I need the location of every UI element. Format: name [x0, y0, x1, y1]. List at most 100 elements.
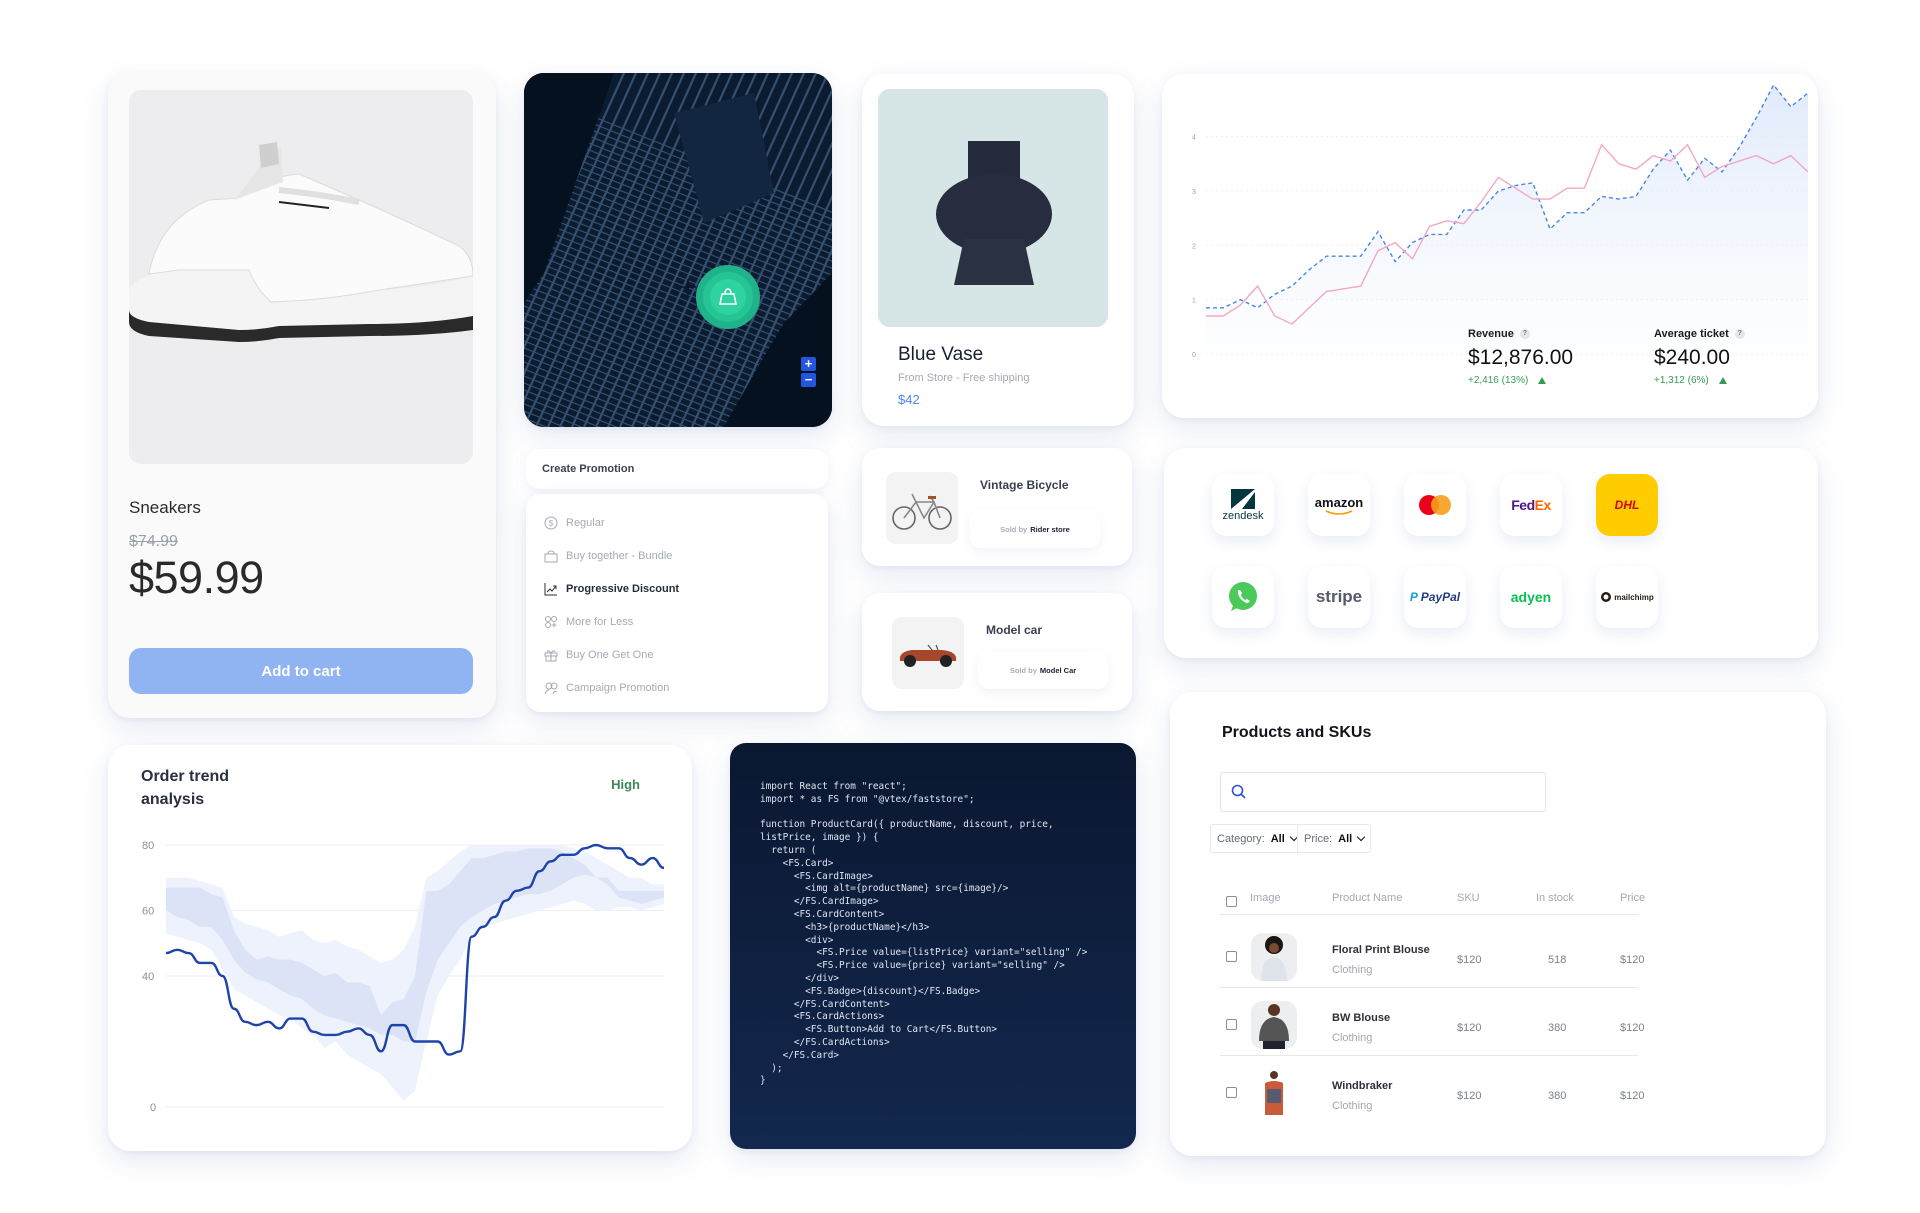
filter-value: All	[1338, 832, 1353, 845]
filter-label: Price:	[1304, 832, 1333, 845]
add-to-cart-button[interactable]: Add to cart	[129, 648, 473, 694]
trending-chart-icon	[544, 583, 557, 596]
store-map[interactable]: + −	[524, 73, 832, 427]
search-field[interactable]	[1220, 772, 1546, 812]
order-trend-card: Order trend analysis High 0 40 60 80	[108, 745, 692, 1151]
column-header-in-stock[interactable]: In stock	[1536, 892, 1574, 904]
stock-value: 380	[1548, 1022, 1567, 1034]
vase-image	[878, 89, 1108, 327]
integration-stripe[interactable]: stripe	[1308, 566, 1370, 628]
integration-amazon[interactable]: amazon	[1308, 474, 1370, 536]
price-value: $120	[1620, 1090, 1645, 1102]
integration-mastercard[interactable]	[1404, 474, 1466, 536]
logo-text: DHL	[1614, 498, 1640, 512]
row-checkbox[interactable]	[1226, 1019, 1237, 1030]
y-tick-label: 60	[142, 906, 154, 918]
shopping-bag-icon	[544, 550, 558, 563]
price-filter[interactable]: Price: All	[1297, 824, 1372, 853]
list-price: $74.99	[129, 533, 178, 550]
help-icon[interactable]: ?	[1519, 329, 1530, 339]
filter-value: All	[1270, 832, 1285, 845]
sold-by-label: Sold by	[1000, 524, 1028, 534]
mailchimp-logo-icon	[1601, 592, 1612, 602]
promotion-type-list: $ Regular Buy together - Bundle Progress…	[526, 494, 828, 712]
product-thumbnail	[1251, 1069, 1297, 1117]
mastercard-logo-icon	[1419, 495, 1451, 515]
model-car-image	[892, 617, 964, 689]
logo-text: FedEx	[1511, 497, 1551, 513]
search-input[interactable]	[1257, 781, 1537, 803]
marketplace-item[interactable]: Vintage Bicycle Sold by Rider store	[862, 448, 1132, 566]
seller-name[interactable]: Rider store	[1030, 525, 1070, 534]
product-name: BW Blouse	[1332, 1012, 1391, 1024]
create-promotion-header: Create Promotion	[526, 449, 828, 489]
revenue-widget: 0 1 2 3 4 Revenue? $12,876.00 +2,416 (13%) A…	[1162, 74, 1818, 418]
zendesk-logo-icon	[1231, 489, 1255, 509]
series-area	[1206, 85, 1808, 354]
integration-zendesk[interactable]: zendesk	[1212, 474, 1274, 536]
promotion-label: Buy One Get One	[566, 649, 654, 661]
row-checkbox[interactable]	[1226, 1087, 1237, 1098]
product-thumbnail	[1251, 933, 1297, 981]
integration-fedex[interactable]: FedEx	[1500, 474, 1562, 536]
sale-price: $59.99	[129, 552, 264, 603]
promotion-type-progressive-discount[interactable]: Progressive Discount	[544, 582, 679, 596]
marketplace-item[interactable]: Model car Sold by Model Car	[862, 593, 1132, 711]
seller-name[interactable]: Model Car	[1040, 666, 1076, 675]
help-icon[interactable]: ?	[1734, 329, 1745, 339]
promotion-type-regular[interactable]: $ Regular	[544, 516, 605, 530]
sneaker-product-card: Sneakers $74.99 $59.99 Add to cart	[108, 72, 496, 718]
filter-label: Category:	[1217, 832, 1265, 845]
logo-text: amazon	[1314, 494, 1364, 510]
vase-product-card[interactable]: Blue Vase From Store - Free shipping $42	[862, 74, 1134, 426]
product-name: Blue Vase	[898, 344, 984, 365]
zoom-in-button[interactable]: +	[801, 357, 816, 371]
column-header-price[interactable]: Price	[1620, 892, 1645, 904]
integration-adyen[interactable]: adyen	[1500, 566, 1562, 628]
kpi-value: $240.00	[1654, 346, 1730, 369]
promotion-label: Progressive Discount	[566, 583, 680, 595]
integration-mailchimp[interactable]: mailchimp	[1596, 566, 1658, 628]
kpi-delta: +2,416 (13%)	[1468, 375, 1529, 386]
search-icon	[1231, 784, 1246, 799]
product-name: Sneakers	[129, 498, 201, 517]
y-tick-label: 0	[150, 1102, 156, 1114]
select-all-checkbox[interactable]	[1226, 896, 1237, 907]
product-name: Floral Print Blouse	[1332, 944, 1430, 956]
column-header-product-name[interactable]: Product Name	[1332, 892, 1402, 904]
category-filter[interactable]: Category: All	[1210, 824, 1304, 853]
price-value: $120	[1620, 954, 1645, 966]
gift-icon	[544, 650, 558, 662]
column-header-sku[interactable]: SKU	[1457, 892, 1480, 904]
kpi-delta: +1,312 (6%)	[1654, 375, 1709, 386]
integration-paypal[interactable]: P PayPal	[1404, 566, 1466, 628]
svg-text:$: $	[549, 519, 554, 528]
y-tick-label: 4	[1192, 135, 1196, 142]
promotion-type-more-for-less[interactable]: More for Less	[544, 615, 633, 629]
promotion-type-bogo[interactable]: Buy One Get One	[544, 648, 653, 662]
row-checkbox[interactable]	[1226, 951, 1237, 962]
zoom-out-button[interactable]: −	[801, 373, 816, 387]
promotion-type-bundle[interactable]: Buy together - Bundle	[544, 549, 672, 563]
promotion-label: Buy together - Bundle	[566, 550, 673, 562]
stock-value: 518	[1548, 954, 1567, 966]
users-icon	[544, 682, 558, 695]
product-thumbnail	[1251, 1001, 1297, 1049]
promotion-type-campaign[interactable]: Campaign Promotion	[544, 681, 669, 695]
sku-value: $120	[1457, 954, 1482, 966]
seller-badge: Sold by Rider store	[970, 510, 1100, 548]
y-tick-label: 1	[1192, 298, 1196, 305]
divider	[1220, 1055, 1638, 1056]
map-canvas[interactable]	[524, 73, 832, 427]
kpi-label: Average ticket	[1654, 328, 1729, 340]
trend-up-icon	[1538, 377, 1547, 384]
amazon-smile-icon	[1325, 509, 1353, 515]
order-trend-chart: 0 40 60 80	[142, 840, 665, 1114]
outer-confidence-band	[166, 845, 664, 1101]
integration-dhl[interactable]: DHL	[1596, 474, 1658, 536]
sneaker-image	[129, 90, 473, 464]
item-title: Vintage Bicycle	[980, 478, 1069, 492]
products-skus-panel: Products and SKUs Category: All Price: A…	[1170, 692, 1826, 1156]
product-category: Clothing	[1332, 1032, 1373, 1044]
integration-whatsapp[interactable]	[1212, 566, 1274, 628]
